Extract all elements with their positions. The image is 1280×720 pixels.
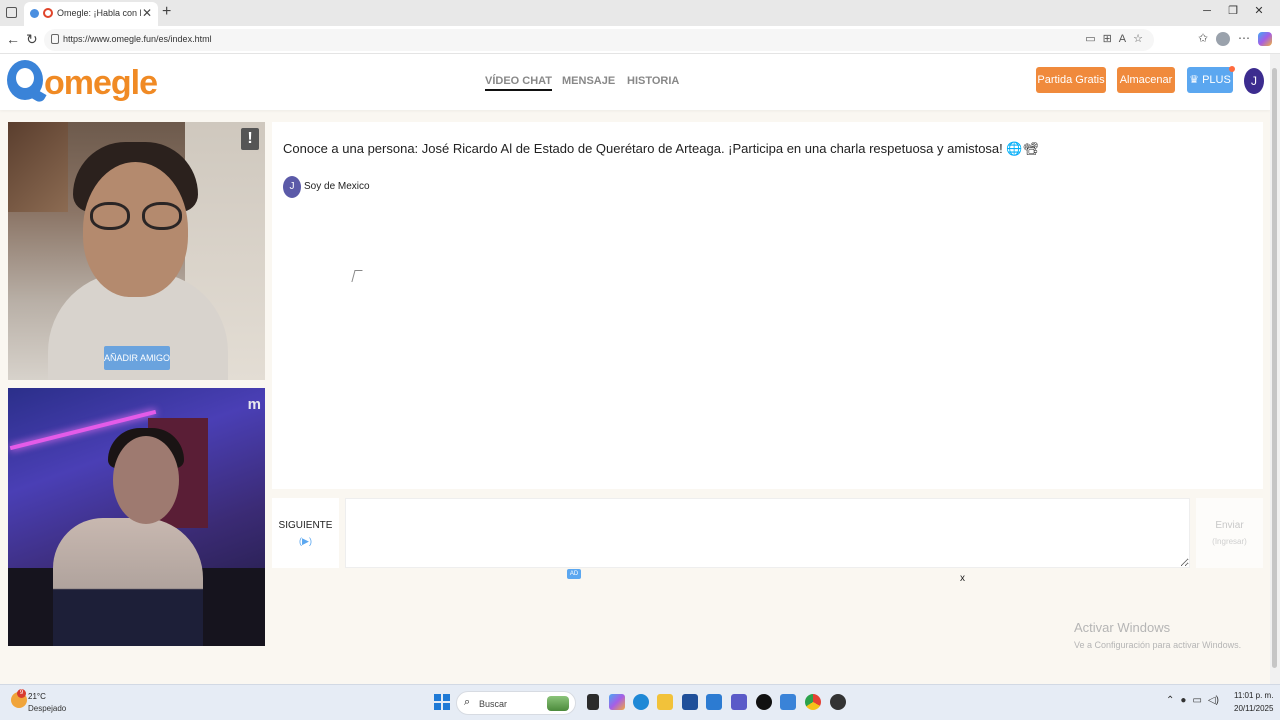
windows-taskbar: 9 21°C Despejado ⌕ Buscar ⌃ ● ▭ ◁) 11:01 p.… [0,684,1280,720]
tiktok-icon[interactable] [756,694,772,710]
enviar-label: Enviar [1215,520,1244,531]
store-icon[interactable] [682,694,698,710]
user-avatar[interactable]: J [1244,68,1264,94]
file-explorer-icon[interactable] [657,694,673,710]
siguiente-label: SIGUIENTE [278,520,333,531]
edge-icon[interactable] [633,694,649,710]
activate-windows-title: Activar Windows [1074,620,1171,635]
ad-close-icon[interactable]: x [960,573,965,584]
workspace-icon [30,9,39,18]
person-head [113,436,179,524]
siguiente-button[interactable]: SIGUIENTE (▶) [272,498,339,568]
remote-video: ! AÑADIR AMIGO [8,122,265,380]
back-icon[interactable]: ← [6,31,20,47]
page-scrollbar[interactable] [1270,54,1280,684]
microphone-icon[interactable]: ● [1180,695,1186,706]
volume-icon[interactable]: ◁) [1208,695,1219,706]
scrollbar-thumb[interactable] [1272,68,1277,668]
almacenar-button[interactable]: Almacenar [1117,67,1175,93]
url-field[interactable]: https://www.omegle.fun/es/index.html ▭⊞A… [44,29,1154,51]
camera-watermark: m [247,396,261,413]
weather-description[interactable]: Despejado [28,704,66,713]
github-icon[interactable] [830,694,846,710]
siguiente-hint: (▶) [299,536,312,546]
omegle-app-icon[interactable] [780,694,796,710]
browser-tab-bar: Omegle: ¡Habla con Descon ✕ + ─❐✕ [0,0,1280,26]
nav-mensaje[interactable]: MENSAJE [562,75,615,87]
browser-tab[interactable]: Omegle: ¡Habla con Descon ✕ [24,2,158,26]
taskbar-search[interactable]: ⌕ Buscar [456,691,576,715]
weather-temperature[interactable]: 21°C [28,692,46,701]
copilot-app-icon[interactable] [609,694,625,710]
search-placeholder: Buscar [479,699,508,709]
weather-badge: 9 [17,689,26,698]
copilot-icon[interactable] [1258,31,1272,46]
omegle-favicon-icon [43,8,53,18]
enviar-hint: (Ingresar) [1212,537,1247,546]
omegle-logo[interactable]: omegle [7,59,158,105]
chrome-icon[interactable] [805,694,821,710]
start-icon[interactable] [434,694,450,710]
restore-icon[interactable]: ❐ [1220,4,1246,17]
activate-windows-subtitle: Ve a Configuración para activar Windows. [1074,640,1242,650]
nav-historia[interactable]: HISTORIA [627,75,679,87]
add-friend-button[interactable]: AÑADIR AMIGO [104,346,170,370]
glasses [90,202,184,230]
plus-label: PLUS [1202,74,1231,86]
intro-message: Conoce a una persona: José Ricardo Al de… [283,141,1040,156]
lock-icon[interactable] [51,34,59,44]
more-icon[interactable]: ⋯ [1238,31,1250,45]
new-tab-icon[interactable]: + [162,3,171,21]
person-body [53,518,203,646]
crown-icon: ♛ [1189,74,1200,86]
browser-toolbar-icons: ✩ ⋯ [1190,31,1272,46]
partida-gratis-button[interactable]: Partida Gratis [1036,67,1106,93]
minimize-icon[interactable]: ─ [1194,5,1220,17]
system-tray: ⌃ ● ▭ ◁) [1166,695,1225,706]
message-input[interactable] [345,498,1190,568]
close-tab-icon[interactable]: ✕ [142,6,152,20]
ad-badge[interactable]: AD [567,569,581,579]
address-bar: ← ↻ https://www.omegle.fun/es/index.html… [0,26,1280,54]
enviar-button[interactable]: Enviar (Ingresar) [1196,498,1263,568]
chat-panel: Conoce a una persona: José Ricardo Al de… [272,122,1263,489]
plus-button[interactable]: ♛ PLUS [1187,67,1233,93]
task-view-icon[interactable] [587,694,599,710]
tab-actions-icon[interactable] [6,7,17,18]
url-action-icons[interactable]: ▭⊞A☆ [1085,32,1150,45]
wall-picture [8,122,68,212]
tab-title: Omegle: ¡Habla con Descon [57,8,141,18]
message-avatar: J [283,176,301,198]
clock-time[interactable]: 11:01 p. m. [1234,691,1273,700]
report-icon[interactable]: ! [241,128,259,150]
profile-icon[interactable] [1216,31,1230,46]
close-window-icon[interactable]: ✕ [1246,4,1272,17]
refresh-icon[interactable]: ↻ [26,31,38,48]
site-header: omegle VÍDEO CHAT MENSAJE HISTORIA Parti… [0,54,1270,110]
search-icon: ⌕ [464,696,471,708]
nav-video-chat[interactable]: VÍDEO CHAT [485,75,553,91]
network-icon[interactable]: ▭ [1192,695,1201,706]
search-highlight-image [547,696,569,711]
notification-dot [1229,66,1235,72]
self-video: m [8,388,265,646]
window-controls: ─ ❐ ✕ [1194,4,1272,17]
chevron-up-icon[interactable]: ⌃ [1166,695,1174,706]
clock-date[interactable]: 20/11/2025 [1234,704,1273,713]
url-text[interactable]: https://www.omegle.fun/es/index.html [63,34,212,44]
logo-text: omegle [44,64,158,102]
favorites-icon[interactable]: ✩ [1198,31,1208,45]
message-text: Soy de Mexico [304,181,370,192]
teams-icon[interactable] [731,694,747,710]
outlook-icon[interactable] [706,694,722,710]
